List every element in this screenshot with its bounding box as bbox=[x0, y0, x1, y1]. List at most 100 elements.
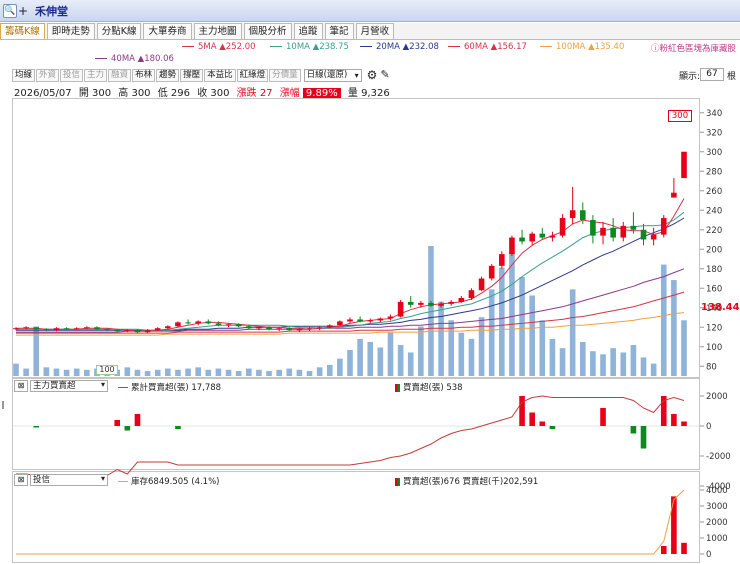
sub2-header: ⊠ 投信 bbox=[14, 474, 108, 486]
volume-bar bbox=[660, 264, 667, 376]
sub1-legend-line-text: 累計買賣超(張) 17,788 bbox=[131, 383, 222, 393]
volume-bar bbox=[539, 320, 546, 376]
ma60-line bbox=[16, 291, 685, 334]
sub1-tick-label: -2000 bbox=[706, 452, 731, 462]
y-tick-label: 160 bbox=[706, 284, 722, 294]
volume-bar bbox=[195, 367, 201, 376]
panel-resize-handle[interactable]: ‖ bbox=[1, 400, 5, 410]
main-force-bar bbox=[600, 408, 606, 426]
sub1-indicator-select[interactable]: 主力買賣超 bbox=[30, 380, 108, 392]
volume-bar bbox=[600, 354, 606, 376]
inventory-line-swatch bbox=[118, 481, 128, 482]
volume-bar bbox=[610, 348, 616, 376]
candle-body bbox=[681, 151, 687, 179]
sub2-legend-bar: 買賣超(張)676 買賣超(千)202,591 bbox=[395, 475, 538, 487]
candle-body bbox=[235, 324, 242, 327]
main-force-bar bbox=[671, 414, 677, 426]
sub2-tick-label: 3000 bbox=[706, 502, 728, 512]
candle-body bbox=[488, 265, 495, 279]
candle-body bbox=[610, 227, 616, 238]
candle-body bbox=[397, 301, 404, 317]
ma20-line bbox=[16, 217, 685, 331]
volume-bar bbox=[215, 368, 222, 376]
volume-bar bbox=[620, 352, 627, 376]
candle-body bbox=[84, 327, 90, 329]
main-force-bar bbox=[175, 426, 181, 429]
candle-body bbox=[175, 322, 181, 327]
candle-body bbox=[428, 302, 434, 306]
y-tick-label: 180 bbox=[706, 265, 722, 275]
main-force-bar bbox=[640, 426, 647, 449]
volume-bar bbox=[347, 350, 353, 376]
chart-canvas[interactable]: 3403203002802602402202001801601401201008… bbox=[0, 0, 740, 564]
last-price-label: 138.44 bbox=[701, 302, 740, 313]
candle-body bbox=[509, 237, 515, 255]
sub2-close-icon[interactable]: ⊠ bbox=[14, 474, 28, 486]
main-force-bar bbox=[529, 412, 535, 426]
volume-bar bbox=[529, 295, 535, 376]
candle-body bbox=[590, 220, 596, 236]
candle-body bbox=[660, 218, 667, 235]
volume-bar bbox=[205, 369, 212, 376]
main-force-bar bbox=[681, 421, 687, 426]
volume-bar bbox=[377, 347, 384, 376]
candle-body bbox=[549, 235, 556, 238]
volume-bar bbox=[630, 345, 637, 376]
volume-bar bbox=[154, 369, 161, 376]
sub1-tick-label: 0 bbox=[706, 422, 711, 432]
candle-body bbox=[13, 328, 19, 330]
volume-bar bbox=[286, 368, 293, 376]
volume-bar bbox=[134, 369, 141, 376]
candle-body bbox=[367, 320, 374, 322]
candle-body bbox=[33, 327, 40, 330]
volume-bar bbox=[266, 371, 272, 376]
candle-body bbox=[195, 321, 201, 324]
volume-bar bbox=[367, 341, 374, 376]
candle-body bbox=[377, 318, 384, 321]
candle-body bbox=[104, 329, 110, 331]
volume-bar bbox=[165, 368, 171, 376]
y-tick-label: 100 bbox=[706, 343, 722, 353]
volume-bar bbox=[23, 368, 29, 376]
sub2-tick-label: 1000 bbox=[706, 534, 728, 544]
volume-bar bbox=[316, 367, 323, 376]
volume-bar bbox=[579, 341, 586, 376]
candle-body bbox=[23, 327, 29, 329]
candle-body bbox=[154, 328, 161, 331]
volume-bar bbox=[569, 289, 576, 376]
y-tick-label: 320 bbox=[706, 128, 722, 138]
trust-inventory-line bbox=[16, 489, 685, 555]
main-force-bar bbox=[630, 426, 637, 434]
candle-body bbox=[296, 329, 303, 331]
candle-body bbox=[144, 330, 151, 333]
candle-body bbox=[205, 321, 212, 324]
volume-bar bbox=[488, 289, 495, 376]
volume-bar bbox=[357, 338, 363, 376]
candle-body bbox=[499, 254, 505, 266]
candle-body bbox=[215, 323, 222, 326]
candle-body bbox=[448, 301, 455, 304]
sub2-legend-line-text: 庫存6849.505 (4.1%) bbox=[131, 477, 220, 487]
candle-body bbox=[63, 328, 70, 330]
candle-body bbox=[256, 327, 262, 329]
chip-kline-window: 🔍 + 禾伸堂 籌碼K線 即時走勢 分點K線 大單券商 主力地圖 個股分析 追蹤 筆記 月營收 … bbox=[0, 0, 740, 564]
sub2-indicator-select[interactable]: 投信 bbox=[30, 474, 108, 486]
main-force-cum-line bbox=[16, 395, 685, 476]
volume-bar bbox=[681, 320, 687, 376]
sub2-tick-label: 2000 bbox=[706, 518, 728, 528]
candle-body bbox=[73, 328, 80, 330]
candle-body bbox=[266, 327, 272, 330]
candle-body bbox=[630, 225, 637, 230]
candle-body bbox=[650, 234, 657, 240]
volume-bar bbox=[549, 338, 556, 376]
candle-body bbox=[43, 329, 50, 331]
cum-line-swatch bbox=[118, 387, 128, 388]
y-tick-label: 340 bbox=[706, 109, 722, 119]
volume-bar bbox=[124, 367, 131, 376]
volume-bar bbox=[337, 358, 343, 376]
sub2-legend-line: 庫存6849.505 (4.1%) bbox=[118, 475, 220, 487]
sub1-close-icon[interactable]: ⊠ bbox=[14, 380, 28, 392]
sub1-header: ⊠ 主力買賣超 bbox=[14, 380, 108, 392]
low-price-marker: 100 bbox=[96, 365, 118, 375]
volume-bar bbox=[53, 368, 60, 376]
